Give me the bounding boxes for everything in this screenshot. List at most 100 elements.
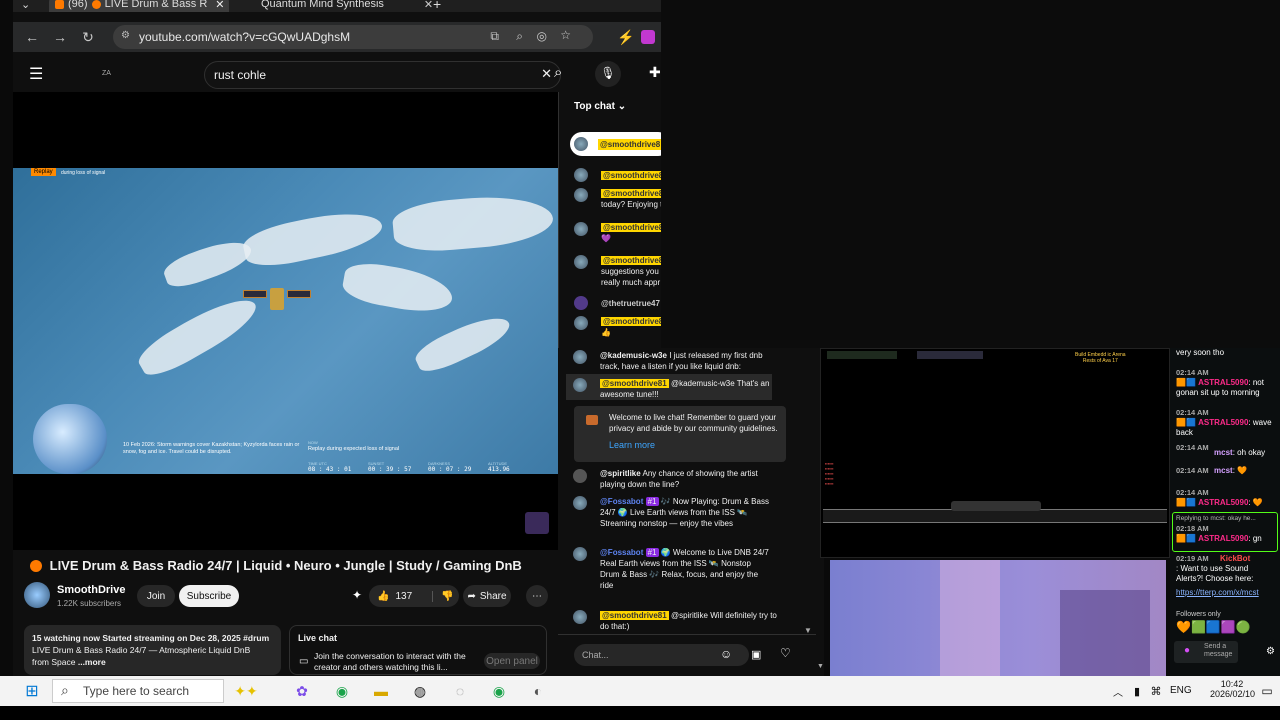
notification-icon bbox=[55, 0, 64, 9]
close-icon[interactable]: ✕ bbox=[215, 0, 224, 11]
avatar bbox=[573, 496, 587, 510]
chrome-icon[interactable]: ◉ bbox=[332, 681, 352, 701]
message-author[interactable]: @smoothdrive8 bbox=[601, 189, 661, 198]
message-author[interactable]: @smoothdrive8 bbox=[601, 223, 661, 232]
site-info-icon[interactable]: ⚙ bbox=[121, 30, 130, 41]
network-icon[interactable]: ⌘ bbox=[1146, 681, 1166, 701]
copilot-icon[interactable]: ✿ bbox=[292, 681, 312, 701]
message-author[interactable]: @spiritlike bbox=[600, 469, 641, 478]
eye-off-icon[interactable]: ◎ bbox=[537, 29, 547, 43]
kick-link[interactable]: https://tterp.com/x/mcst bbox=[1176, 588, 1276, 598]
thumbs-down-icon[interactable]: 👎 bbox=[432, 590, 454, 602]
more-link[interactable]: ...more bbox=[78, 657, 106, 667]
game-text-line: Rests of Ava 17 bbox=[1082, 358, 1118, 364]
file-explorer-icon[interactable]: ▬ bbox=[371, 681, 391, 701]
message-author[interactable]: @smoothdrive8 bbox=[601, 317, 661, 326]
tab-quantum[interactable]: Quantum Mind Synthesis ✕ bbox=[243, 0, 433, 12]
message-author[interactable]: @thetruetrue47 bbox=[601, 298, 660, 309]
tab-youtube[interactable]: (96) LIVE Drum & Bass R ✕ bbox=[49, 0, 229, 12]
learn-more-link[interactable]: Learn more bbox=[609, 440, 655, 451]
kick-username[interactable]: KickBot bbox=[1220, 554, 1250, 563]
language-indicator[interactable]: ENG bbox=[1170, 685, 1192, 696]
subscribe-button[interactable]: Subscribe bbox=[179, 585, 239, 607]
new-tab-button[interactable]: + bbox=[433, 0, 441, 12]
pinned-message[interactable]: @smoothdrive8 bbox=[570, 132, 661, 156]
join-button[interactable]: Join bbox=[137, 585, 175, 607]
message-author[interactable]: @Fossabot bbox=[600, 548, 643, 557]
logo[interactable]: ZA bbox=[102, 70, 111, 77]
chevron-up-icon[interactable]: ︿ bbox=[1108, 681, 1128, 701]
heart-icon[interactable]: ♡ bbox=[780, 646, 791, 660]
reload-icon[interactable]: ↻ bbox=[77, 26, 99, 48]
kick-username[interactable]: ASTRAL5090 bbox=[1198, 498, 1248, 507]
clear-icon[interactable]: ✕ bbox=[541, 66, 552, 82]
tab-list-button[interactable]: ⌄ bbox=[21, 0, 30, 12]
kick-username[interactable]: ASTRAL5090 bbox=[1198, 534, 1248, 543]
welcome-text: Welcome to live chat! Remember to guard … bbox=[609, 413, 778, 433]
message-author[interactable]: @Fossabot bbox=[600, 497, 643, 506]
avatar[interactable] bbox=[24, 582, 50, 608]
scroll-down-icon[interactable]: ▼ bbox=[817, 663, 824, 670]
search-input[interactable]: rust cohle ✕ bbox=[204, 61, 561, 89]
close-icon[interactable]: ✕ bbox=[424, 0, 433, 11]
app-icon[interactable]: ◌ bbox=[450, 681, 470, 701]
back-icon[interactable]: ← bbox=[21, 26, 43, 48]
message-author[interactable]: @kademusic-w3e bbox=[600, 351, 667, 360]
avatar bbox=[574, 168, 588, 182]
microphone-icon[interactable]: ● bbox=[1184, 645, 1190, 656]
replay-badge: Replay bbox=[31, 168, 56, 176]
message-author[interactable]: @smoothdrive8 bbox=[598, 139, 661, 150]
kick-timestamp: 02:14 AM bbox=[1176, 408, 1209, 417]
like-button[interactable]: 👍 137 👎 bbox=[369, 585, 459, 607]
open-panel-button[interactable]: Open panel bbox=[484, 653, 540, 669]
settings-icon[interactable]: ⚙ bbox=[1266, 646, 1275, 657]
kick-username[interactable]: mcst bbox=[1214, 448, 1233, 457]
clock[interactable]: 10:42 2026/02/10 bbox=[1210, 679, 1255, 699]
message-author[interactable]: @smoothdrive8 bbox=[601, 171, 661, 180]
super-chat-icon[interactable]: ▣ bbox=[751, 648, 761, 661]
kick-username[interactable]: ASTRAL5090 bbox=[1198, 418, 1248, 427]
extension-icon[interactable]: ⚡ bbox=[615, 26, 637, 48]
video-player[interactable]: Replay during loss of signal 10 Feb 2026… bbox=[13, 92, 558, 550]
taskbar-search-input[interactable]: ⌕ Type here to search bbox=[52, 679, 224, 703]
microphone-icon[interactable]: 🎙 bbox=[595, 61, 621, 87]
kick-text: : Want to use Sound Alerts?! Choose here… bbox=[1176, 564, 1254, 583]
message-author[interactable]: @smoothdrive8 bbox=[601, 256, 661, 265]
install-icon[interactable]: ⧉ bbox=[490, 29, 499, 44]
channel-watermark[interactable] bbox=[525, 512, 549, 534]
more-options-icon[interactable]: ⋯ bbox=[526, 585, 548, 607]
bookmark-star-icon[interactable]: ☆ bbox=[560, 28, 571, 42]
kick-username[interactable]: ASTRAL5090 bbox=[1198, 378, 1248, 387]
notification-icon[interactable]: ▭ bbox=[1257, 681, 1277, 701]
chrome-icon[interactable]: ◉ bbox=[489, 681, 509, 701]
app-icon[interactable]: ◐ bbox=[528, 681, 548, 701]
emote-bar[interactable]: 🧡🟩🟦🟪🟢 bbox=[1176, 621, 1276, 633]
menu-icon[interactable]: ☰ bbox=[29, 64, 43, 84]
url-field[interactable]: ⚙ youtube.com/watch?v=cGQwUADghsM ⧉ ⌕ ◎ … bbox=[113, 25, 593, 49]
windows-start-icon[interactable]: ⊞ bbox=[22, 681, 42, 701]
description-box[interactable]: 15 watching now Started streaming on Dec… bbox=[24, 625, 281, 675]
channel-name[interactable]: SmoothDrive bbox=[57, 584, 125, 596]
forward-icon[interactable]: → bbox=[49, 26, 71, 48]
avatar bbox=[573, 469, 587, 483]
avatar bbox=[573, 610, 587, 624]
search-icon[interactable]: ⌕ bbox=[554, 64, 562, 81]
extension-icon[interactable] bbox=[641, 30, 655, 44]
microphone-icon[interactable]: ▮ bbox=[1127, 681, 1147, 701]
create-icon[interactable]: ✚ bbox=[649, 64, 661, 81]
message-author[interactable]: @smoothdrive81 bbox=[600, 379, 669, 388]
kick-timestamp: 02:14 AM bbox=[1176, 488, 1209, 497]
video-frame[interactable]: Replay during loss of signal 10 Feb 2026… bbox=[13, 168, 558, 474]
obs-icon[interactable]: ◍ bbox=[410, 681, 430, 701]
avatar bbox=[573, 350, 587, 364]
share-button[interactable]: ➦ Share bbox=[463, 585, 511, 607]
hype-icon[interactable]: ✦ bbox=[352, 588, 362, 602]
kick-username[interactable]: mcst bbox=[1214, 466, 1233, 475]
avatar bbox=[574, 188, 588, 202]
emoji-icon[interactable]: ☺ bbox=[720, 647, 732, 661]
chat-mode-select[interactable]: Top chat ⌄ bbox=[574, 101, 626, 112]
sparkle-icon[interactable]: ✦✦ bbox=[234, 681, 257, 701]
zoom-icon[interactable]: ⌕ bbox=[516, 29, 523, 44]
message-text: today? Enjoying t bbox=[601, 200, 661, 209]
message-author[interactable]: @smoothdrive81 bbox=[600, 611, 669, 620]
